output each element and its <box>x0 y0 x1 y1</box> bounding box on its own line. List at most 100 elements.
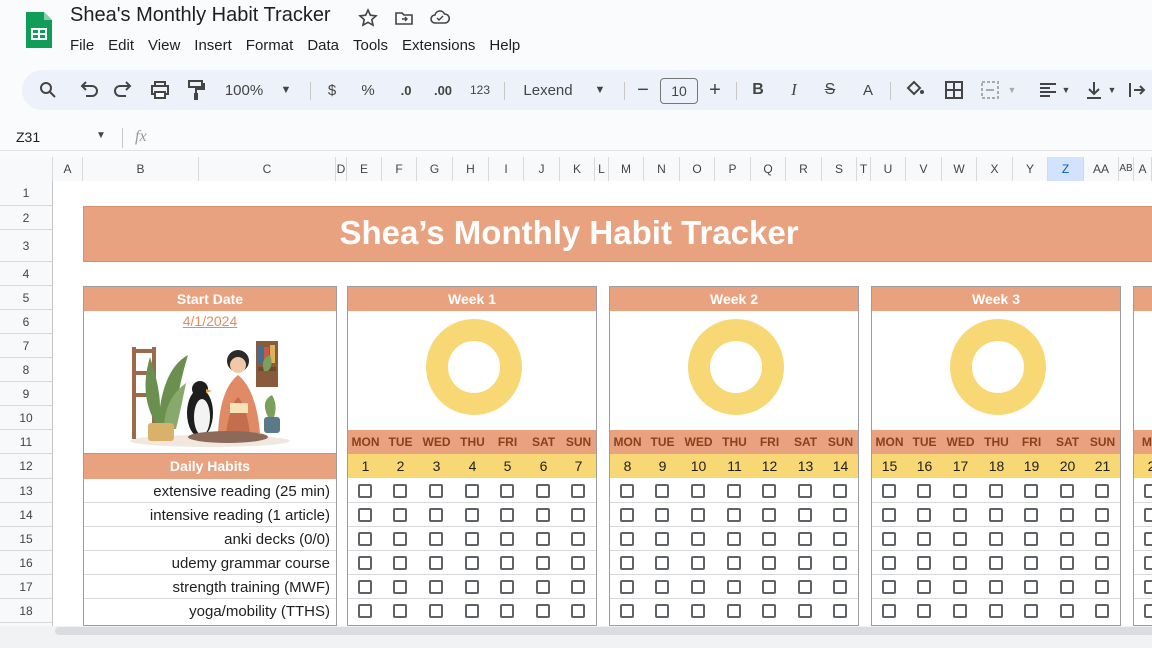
habit-checkbox[interactable] <box>691 580 705 594</box>
align-dropdown-icon[interactable]: ▼ <box>1060 70 1072 110</box>
habit-checkbox[interactable] <box>655 580 669 594</box>
row-header[interactable]: 3 <box>0 230 52 262</box>
sheets-logo-icon[interactable] <box>24 10 54 50</box>
title-banner[interactable]: Shea’s Monthly Habit Tracker <box>83 206 1152 262</box>
font-dropdown-icon[interactable]: ▼ <box>592 70 608 110</box>
habit-checkbox[interactable] <box>655 484 669 498</box>
menu-format[interactable]: Format <box>239 36 301 56</box>
habit-checkbox[interactable] <box>727 580 741 594</box>
habit-label[interactable]: anki decks (0/0) <box>224 531 330 548</box>
habit-label[interactable]: udemy grammar course <box>172 555 330 572</box>
habit-checkbox[interactable] <box>393 484 407 498</box>
row-header[interactable]: 1 <box>0 181 52 206</box>
increase-font-size-button[interactable]: + <box>706 70 724 110</box>
increase-decimal-button[interactable]: .00 <box>428 70 458 110</box>
habit-checkbox[interactable] <box>536 484 550 498</box>
habit-checkbox[interactable] <box>882 508 896 522</box>
column-header[interactable]: G <box>417 157 453 181</box>
row-header[interactable]: 13 <box>0 479 52 503</box>
habit-checkbox[interactable] <box>691 532 705 546</box>
column-header[interactable]: L <box>595 157 609 181</box>
habit-checkbox[interactable] <box>833 532 847 546</box>
habit-checkbox[interactable] <box>429 484 443 498</box>
habit-checkbox[interactable] <box>500 508 514 522</box>
column-header[interactable]: H <box>453 157 489 181</box>
column-header[interactable]: U <box>871 157 906 181</box>
column-header[interactable]: B <box>83 157 199 181</box>
habit-checkbox[interactable] <box>798 604 812 618</box>
habit-checkbox[interactable] <box>833 604 847 618</box>
habit-checkbox[interactable] <box>691 604 705 618</box>
habit-checkbox[interactable] <box>393 532 407 546</box>
habit-checkbox[interactable] <box>620 508 634 522</box>
habit-checkbox[interactable] <box>1144 556 1152 570</box>
cloud-saved-icon[interactable] <box>430 8 450 28</box>
habit-checkbox[interactable] <box>917 580 931 594</box>
habit-checkbox[interactable] <box>429 508 443 522</box>
text-wrap-icon[interactable] <box>1126 70 1150 110</box>
column-header[interactable]: A <box>53 157 83 181</box>
habit-checkbox[interactable] <box>358 508 372 522</box>
habit-checkbox[interactable] <box>1060 532 1074 546</box>
habit-checkbox[interactable] <box>727 556 741 570</box>
undo-icon[interactable] <box>76 70 100 110</box>
habit-checkbox[interactable] <box>620 580 634 594</box>
column-header[interactable]: M <box>609 157 644 181</box>
row-header[interactable]: 10 <box>0 406 52 430</box>
row-header[interactable]: 2 <box>0 206 52 230</box>
habit-checkbox[interactable] <box>500 604 514 618</box>
habit-checkbox[interactable] <box>571 484 585 498</box>
habit-checkbox[interactable] <box>1024 508 1038 522</box>
column-header[interactable]: Q <box>751 157 786 181</box>
habit-checkbox[interactable] <box>1144 508 1152 522</box>
habit-checkbox[interactable] <box>429 556 443 570</box>
habit-checkbox[interactable] <box>727 508 741 522</box>
habit-checkbox[interactable] <box>536 580 550 594</box>
column-header[interactable]: Y <box>1013 157 1048 181</box>
habit-checkbox[interactable] <box>798 580 812 594</box>
habit-checkbox[interactable] <box>691 484 705 498</box>
bold-button[interactable]: B <box>748 70 768 110</box>
habit-checkbox[interactable] <box>1095 604 1109 618</box>
font-size-input[interactable]: 10 <box>660 78 698 104</box>
row-header[interactable]: 15 <box>0 527 52 551</box>
habit-checkbox[interactable] <box>762 508 776 522</box>
habit-checkbox[interactable] <box>917 508 931 522</box>
column-header[interactable]: AB <box>1119 157 1134 181</box>
habit-checkbox[interactable] <box>536 508 550 522</box>
habit-checkbox[interactable] <box>571 532 585 546</box>
column-header[interactable]: J <box>524 157 560 181</box>
column-header[interactable]: S <box>822 157 857 181</box>
menu-file[interactable]: File <box>70 36 101 56</box>
habit-checkbox[interactable] <box>798 484 812 498</box>
zoom-select[interactable]: 100% <box>222 70 266 110</box>
habit-checkbox[interactable] <box>465 580 479 594</box>
font-select[interactable]: Lexend <box>516 70 580 110</box>
print-icon[interactable] <box>148 70 172 110</box>
habit-checkbox[interactable] <box>762 556 776 570</box>
document-title[interactable]: Shea's Monthly Habit Tracker <box>70 4 331 27</box>
habit-checkbox[interactable] <box>1095 532 1109 546</box>
habit-checkbox[interactable] <box>1060 508 1074 522</box>
habit-checkbox[interactable] <box>358 604 372 618</box>
menu-data[interactable]: Data <box>300 36 346 56</box>
habit-checkbox[interactable] <box>917 604 931 618</box>
vertical-align-icon[interactable] <box>1082 70 1106 110</box>
search-icon[interactable] <box>36 70 60 110</box>
habit-label[interactable]: yoga/mobility (TTHS) <box>189 603 330 620</box>
habit-checkbox[interactable] <box>571 556 585 570</box>
habit-checkbox[interactable] <box>1060 580 1074 594</box>
menu-help[interactable]: Help <box>482 36 527 56</box>
valign-dropdown-icon[interactable]: ▼ <box>1106 70 1118 110</box>
habit-checkbox[interactable] <box>833 484 847 498</box>
habit-checkbox[interactable] <box>917 556 931 570</box>
habit-checkbox[interactable] <box>1024 532 1038 546</box>
habit-label[interactable]: intensive reading (1 article) <box>150 507 330 524</box>
habit-checkbox[interactable] <box>620 604 634 618</box>
row-header[interactable]: 7 <box>0 334 52 358</box>
habit-checkbox[interactable] <box>833 508 847 522</box>
habit-checkbox[interactable] <box>536 556 550 570</box>
habit-checkbox[interactable] <box>953 484 967 498</box>
column-header[interactable]: K <box>560 157 595 181</box>
habit-checkbox[interactable] <box>727 484 741 498</box>
